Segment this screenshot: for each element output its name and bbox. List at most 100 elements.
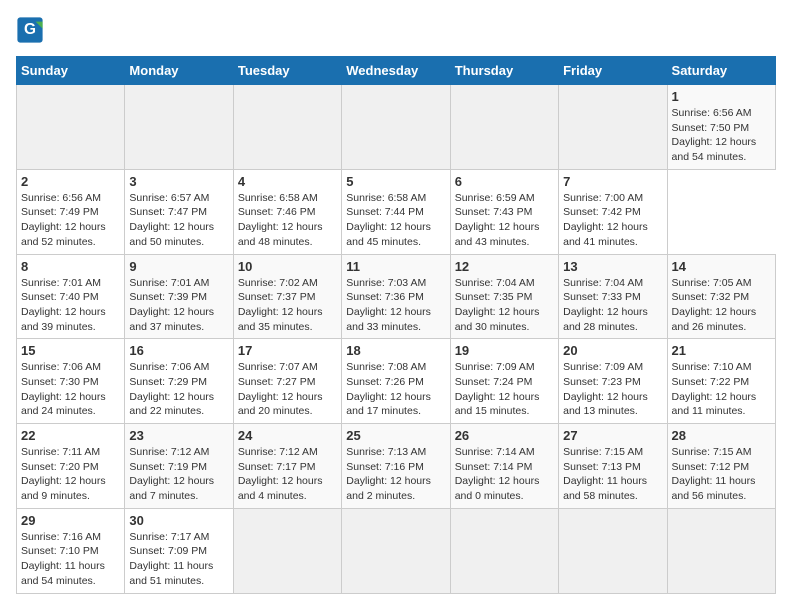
day-number: 16 (129, 343, 228, 358)
calendar-cell: 20 Sunrise: 7:09 AMSunset: 7:23 PMDayligh… (559, 339, 667, 424)
calendar-cell (559, 85, 667, 170)
day-detail: Sunrise: 6:58 AMSunset: 7:44 PMDaylight:… (346, 191, 445, 250)
calendar-week-row: 1 Sunrise: 6:56 AMSunset: 7:50 PMDaylight… (17, 85, 776, 170)
calendar-week-row: 8 Sunrise: 7:01 AMSunset: 7:40 PMDaylight… (17, 254, 776, 339)
day-detail: Sunrise: 7:07 AMSunset: 7:27 PMDaylight:… (238, 360, 337, 419)
day-detail: Sunrise: 7:08 AMSunset: 7:26 PMDaylight:… (346, 360, 445, 419)
day-number: 29 (21, 513, 120, 528)
day-number: 18 (346, 343, 445, 358)
calendar-cell: 3 Sunrise: 6:57 AMSunset: 7:47 PMDaylight… (125, 169, 233, 254)
day-detail: Sunrise: 7:00 AMSunset: 7:42 PMDaylight:… (563, 191, 662, 250)
day-detail: Sunrise: 7:14 AMSunset: 7:14 PMDaylight:… (455, 445, 554, 504)
day-detail: Sunrise: 7:12 AMSunset: 7:19 PMDaylight:… (129, 445, 228, 504)
calendar-cell (450, 85, 558, 170)
day-detail: Sunrise: 7:01 AMSunset: 7:39 PMDaylight:… (129, 276, 228, 335)
calendar-cell: 7Sunrise: 7:00 AMSunset: 7:42 PMDaylight… (559, 169, 667, 254)
calendar-cell: 26 Sunrise: 7:14 AMSunset: 7:14 PMDayligh… (450, 424, 558, 509)
day-number: 4 (238, 174, 337, 189)
calendar-cell: 9 Sunrise: 7:01 AMSunset: 7:39 PMDaylight… (125, 254, 233, 339)
calendar-cell: 18 Sunrise: 7:08 AMSunset: 7:26 PMDayligh… (342, 339, 450, 424)
day-detail: Sunrise: 6:59 AMSunset: 7:43 PMDaylight:… (455, 191, 554, 250)
calendar-cell: 21 Sunrise: 7:10 AMSunset: 7:22 PMDayligh… (667, 339, 775, 424)
calendar-cell: 25 Sunrise: 7:13 AMSunset: 7:16 PMDayligh… (342, 424, 450, 509)
day-number: 14 (672, 259, 771, 274)
header-wednesday: Wednesday (342, 57, 450, 85)
calendar-cell: 2 Sunrise: 6:56 AMSunset: 7:49 PMDaylight… (17, 169, 125, 254)
day-detail: Sunrise: 7:09 AMSunset: 7:24 PMDaylight:… (455, 360, 554, 419)
calendar-cell (450, 508, 558, 593)
calendar-cell: 15Sunrise: 7:06 AMSunset: 7:30 PMDayligh… (17, 339, 125, 424)
day-detail: Sunrise: 6:56 AMSunset: 7:49 PMDaylight:… (21, 191, 120, 250)
calendar-cell: 24 Sunrise: 7:12 AMSunset: 7:17 PMDayligh… (233, 424, 341, 509)
day-detail: Sunrise: 7:17 AMSunset: 7:09 PMDaylight:… (129, 530, 228, 589)
calendar-cell: 5 Sunrise: 6:58 AMSunset: 7:44 PMDaylight… (342, 169, 450, 254)
calendar-cell: 11 Sunrise: 7:03 AMSunset: 7:36 PMDayligh… (342, 254, 450, 339)
calendar-cell: 28Sunrise: 7:15 AMSunset: 7:12 PMDayligh… (667, 424, 775, 509)
calendar-cell: 22 Sunrise: 7:11 AMSunset: 7:20 PMDayligh… (17, 424, 125, 509)
day-detail: Sunrise: 7:13 AMSunset: 7:16 PMDaylight:… (346, 445, 445, 504)
day-number: 17 (238, 343, 337, 358)
calendar-cell: 19Sunrise: 7:09 AMSunset: 7:24 PMDayligh… (450, 339, 558, 424)
day-number: 13 (563, 259, 662, 274)
header-friday: Friday (559, 57, 667, 85)
calendar-cell: 6 Sunrise: 6:59 AMSunset: 7:43 PMDaylight… (450, 169, 558, 254)
calendar-cell (17, 85, 125, 170)
day-detail: Sunrise: 7:16 AMSunset: 7:10 PMDaylight:… (21, 530, 120, 589)
calendar-cell (233, 508, 341, 593)
day-detail: Sunrise: 7:04 AMSunset: 7:35 PMDaylight:… (455, 276, 554, 335)
day-number: 28 (672, 428, 771, 443)
day-detail: Sunrise: 6:56 AMSunset: 7:50 PMDaylight:… (672, 106, 771, 165)
calendar-cell: 17 Sunrise: 7:07 AMSunset: 7:27 PMDayligh… (233, 339, 341, 424)
day-detail: Sunrise: 7:12 AMSunset: 7:17 PMDaylight:… (238, 445, 337, 504)
day-detail: Sunrise: 7:11 AMSunset: 7:20 PMDaylight:… (21, 445, 120, 504)
calendar-cell: 29 Sunrise: 7:16 AMSunset: 7:10 PMDayligh… (17, 508, 125, 593)
header-thursday: Thursday (450, 57, 558, 85)
calendar-cell: 8 Sunrise: 7:01 AMSunset: 7:40 PMDaylight… (17, 254, 125, 339)
calendar-cell (559, 508, 667, 593)
svg-text:G: G (24, 21, 36, 38)
calendar-week-row: 29 Sunrise: 7:16 AMSunset: 7:10 PMDayligh… (17, 508, 776, 593)
day-number: 26 (455, 428, 554, 443)
day-detail: Sunrise: 7:10 AMSunset: 7:22 PMDaylight:… (672, 360, 771, 419)
header-saturday: Saturday (667, 57, 775, 85)
day-number: 24 (238, 428, 337, 443)
day-number: 2 (21, 174, 120, 189)
day-number: 11 (346, 259, 445, 274)
calendar-cell: 23 Sunrise: 7:12 AMSunset: 7:19 PMDayligh… (125, 424, 233, 509)
calendar-cell (342, 508, 450, 593)
header-sunday: Sunday (17, 57, 125, 85)
logo: G (16, 16, 48, 44)
day-number: 20 (563, 343, 662, 358)
day-number: 8 (21, 259, 120, 274)
day-number: 6 (455, 174, 554, 189)
day-detail: Sunrise: 6:57 AMSunset: 7:47 PMDaylight:… (129, 191, 228, 250)
day-number: 3 (129, 174, 228, 189)
calendar-cell: 1 Sunrise: 6:56 AMSunset: 7:50 PMDaylight… (667, 85, 775, 170)
day-detail: Sunrise: 7:05 AMSunset: 7:32 PMDaylight:… (672, 276, 771, 335)
calendar-cell (667, 508, 775, 593)
day-number: 22 (21, 428, 120, 443)
calendar-week-row: 2 Sunrise: 6:56 AMSunset: 7:49 PMDaylight… (17, 169, 776, 254)
day-number: 25 (346, 428, 445, 443)
calendar-cell: 12Sunrise: 7:04 AMSunset: 7:35 PMDayligh… (450, 254, 558, 339)
calendar-cell (233, 85, 341, 170)
calendar-cell (125, 85, 233, 170)
page-header: G (16, 16, 776, 44)
day-number: 10 (238, 259, 337, 274)
day-detail: Sunrise: 7:04 AMSunset: 7:33 PMDaylight:… (563, 276, 662, 335)
calendar-cell: 10Sunrise: 7:02 AMSunset: 7:37 PMDayligh… (233, 254, 341, 339)
day-detail: Sunrise: 7:01 AMSunset: 7:40 PMDaylight:… (21, 276, 120, 335)
day-number: 30 (129, 513, 228, 528)
calendar-cell: 16Sunrise: 7:06 AMSunset: 7:29 PMDayligh… (125, 339, 233, 424)
day-number: 5 (346, 174, 445, 189)
day-number: 1 (672, 89, 771, 104)
day-detail: Sunrise: 6:58 AMSunset: 7:46 PMDaylight:… (238, 191, 337, 250)
day-detail: Sunrise: 7:03 AMSunset: 7:36 PMDaylight:… (346, 276, 445, 335)
day-number: 23 (129, 428, 228, 443)
calendar-cell: 13 Sunrise: 7:04 AMSunset: 7:33 PMDayligh… (559, 254, 667, 339)
day-number: 9 (129, 259, 228, 274)
logo-icon: G (16, 16, 44, 44)
day-number: 21 (672, 343, 771, 358)
day-detail: Sunrise: 7:09 AMSunset: 7:23 PMDaylight:… (563, 360, 662, 419)
calendar-week-row: 22 Sunrise: 7:11 AMSunset: 7:20 PMDayligh… (17, 424, 776, 509)
